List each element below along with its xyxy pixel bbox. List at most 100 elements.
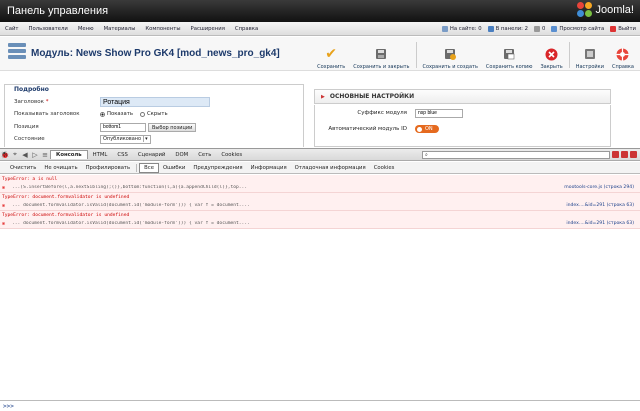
inspect-icon[interactable]: ⌖ (10, 150, 20, 159)
title-bar: Модуль: News Show Pro GK4 [mod_news_pro_… (0, 37, 640, 71)
position-input[interactable] (100, 122, 146, 132)
detach-icon[interactable] (621, 151, 628, 158)
title-row: Заголовок * (14, 97, 304, 107)
title-input[interactable] (100, 97, 210, 107)
status-messages[interactable]: 0 (534, 26, 545, 32)
basic-options-body: Суффикс модуля Автоматический модуль ID … (314, 105, 611, 147)
save-copy-icon (502, 47, 516, 61)
menu-components[interactable]: Компоненты (140, 26, 185, 32)
firebug-search-input[interactable]: ⌕ (422, 151, 610, 159)
show-title-label: Показывать заголовок (14, 111, 80, 117)
module-form: Подробно Заголовок * Показывать заголово… (0, 72, 640, 147)
window-controls (612, 151, 637, 158)
source-link[interactable]: index....&id=291 (строка 63) (566, 203, 640, 208)
joomla-logo[interactable]: Joomla! (577, 2, 634, 18)
logout-icon (610, 26, 617, 32)
show-title-radio-hide[interactable]: Скрыть (139, 111, 168, 117)
chevron-right-icon: ▶ (321, 93, 325, 100)
log-entry: ⊗ ...(S.insertBefore(l,a.nextSibling);()… (0, 183, 640, 193)
tab-dom[interactable]: DOM (170, 151, 193, 159)
logout-link[interactable]: Выйти (610, 26, 636, 32)
tab-net[interactable]: Сеть (193, 151, 216, 159)
position-label: Позиция (14, 124, 39, 130)
minimize-icon[interactable] (612, 151, 619, 158)
admin-header: Панель управления Joomla! (0, 0, 640, 22)
tab-script[interactable]: Сценарий (133, 151, 171, 159)
command-line[interactable]: >>> (0, 400, 640, 411)
state-select[interactable]: Опубликовано ▾ (100, 134, 151, 144)
save-new-icon (443, 47, 457, 61)
help-icon (616, 47, 630, 61)
search-icon: ⌕ (425, 152, 428, 158)
module-icon (8, 43, 26, 63)
firebug-panel: 🐞 ⌖ ◀ ▷ ≡ Консоль HTML CSS Сценарий DOM … (0, 148, 640, 410)
suffix-input[interactable] (415, 108, 463, 118)
status-on-site: На сайте: 0 (441, 26, 482, 32)
persist-button[interactable]: Не очищать (40, 164, 81, 172)
filter-debug[interactable]: Отладочная информация (291, 164, 370, 172)
menu-extensions[interactable]: Расширения (186, 26, 230, 32)
save-close-icon (374, 47, 388, 61)
save-new-button[interactable]: Сохранить и создать (421, 40, 480, 70)
chevron-down-icon: ▾ (143, 136, 148, 142)
log-entry: TypeError: document.formvalidator is und… (0, 193, 640, 201)
menu-help[interactable]: Справка (230, 26, 263, 32)
tab-cookies[interactable]: Cookies (216, 151, 247, 159)
joomla-logo-icon (577, 2, 593, 18)
close-button[interactable]: Закрыть (538, 40, 564, 70)
basic-options-header[interactable]: ▶ ОСНОВНЫЕ НАСТРОЙКИ (314, 89, 611, 104)
filter-info[interactable]: Информация (247, 164, 291, 172)
profile-button[interactable]: Профилировать (82, 164, 135, 172)
save-copy-button[interactable]: Сохранить копию (484, 40, 535, 70)
show-title-row: Показывать заголовок Показать Скрыть (14, 109, 304, 119)
menu-menus[interactable]: Меню (73, 26, 99, 32)
filter-all[interactable]: Все (139, 162, 159, 173)
details-legend: Подробно (14, 86, 49, 93)
firebug-icon[interactable]: 🐞 (0, 151, 10, 159)
log-entry: TypeError: document.formvalidator is und… (0, 211, 640, 219)
settings-button[interactable]: Настройки (574, 40, 606, 70)
back-icon[interactable]: ◀ (20, 151, 30, 159)
filter-warnings[interactable]: Предупреждения (189, 164, 246, 172)
help-button[interactable]: Справка (610, 40, 636, 70)
menu-site[interactable]: Сайт (0, 26, 23, 32)
suffix-label: Суффикс модуля (357, 110, 407, 116)
filter-errors[interactable]: Ошибки (159, 164, 189, 172)
error-icon: ⊗ (2, 185, 6, 191)
state-row: Состояние Опубликовано ▾ (14, 134, 304, 144)
menu-users[interactable]: Пользователи (23, 26, 72, 32)
toolbar: ✔ Сохранить Сохранить и закрыть Сохранит… (315, 40, 636, 70)
auto-id-toggle[interactable]: ON (415, 125, 439, 133)
header-title: Панель управления (7, 5, 109, 17)
console-toolbar: Очистить Не очищать Профилировать Все Ош… (0, 162, 640, 174)
filter-cookies[interactable]: Cookies (370, 164, 399, 172)
select-position-button[interactable]: Выбор позиции (148, 122, 197, 132)
menu-icon[interactable]: ≡ (40, 151, 50, 159)
auto-id-row: Автоматический модуль ID ON (315, 124, 612, 134)
log-entry: ⊗ ... document.formvalidator.isValid(doc… (0, 201, 640, 211)
forward-icon[interactable]: ▷ (30, 151, 40, 159)
close-icon[interactable] (630, 151, 637, 158)
clear-button[interactable]: Очистить (6, 164, 40, 172)
show-title-radio-show[interactable]: Показать (100, 111, 133, 117)
globe-icon (551, 26, 558, 32)
save-close-button[interactable]: Сохранить и закрыть (351, 40, 411, 70)
firebug-toolbar: 🐞 ⌖ ◀ ▷ ≡ Консоль HTML CSS Сценарий DOM … (0, 149, 640, 161)
save-button[interactable]: ✔ Сохранить (315, 40, 347, 70)
position-row: Позиция Выбор позиции (14, 122, 304, 132)
check-icon: ✔ (325, 46, 338, 62)
tab-html[interactable]: HTML (88, 151, 113, 159)
basic-options-panel: ▶ ОСНОВНЫЕ НАСТРОЙКИ Суффикс модуля Авто… (314, 89, 611, 147)
title-label: Заголовок (14, 99, 44, 105)
menu-bar: Сайт Пользователи Меню Материалы Компоне… (0, 22, 640, 36)
state-label: Состояние (14, 136, 45, 142)
menu-content[interactable]: Материалы (99, 26, 141, 32)
status-in-panel: В панели: 2 (487, 26, 528, 32)
source-link[interactable]: index....&id=291 (строка 63) (566, 221, 640, 226)
error-icon: ⊗ (2, 203, 6, 209)
source-link[interactable]: mootools-core.js (строка 294) (564, 185, 640, 190)
page-title: Модуль: News Show Pro GK4 [mod_news_pro_… (31, 48, 280, 59)
tab-console[interactable]: Консоль (50, 150, 88, 159)
tab-css[interactable]: CSS (112, 151, 132, 159)
view-site-link[interactable]: Просмотр сайта (551, 26, 604, 32)
